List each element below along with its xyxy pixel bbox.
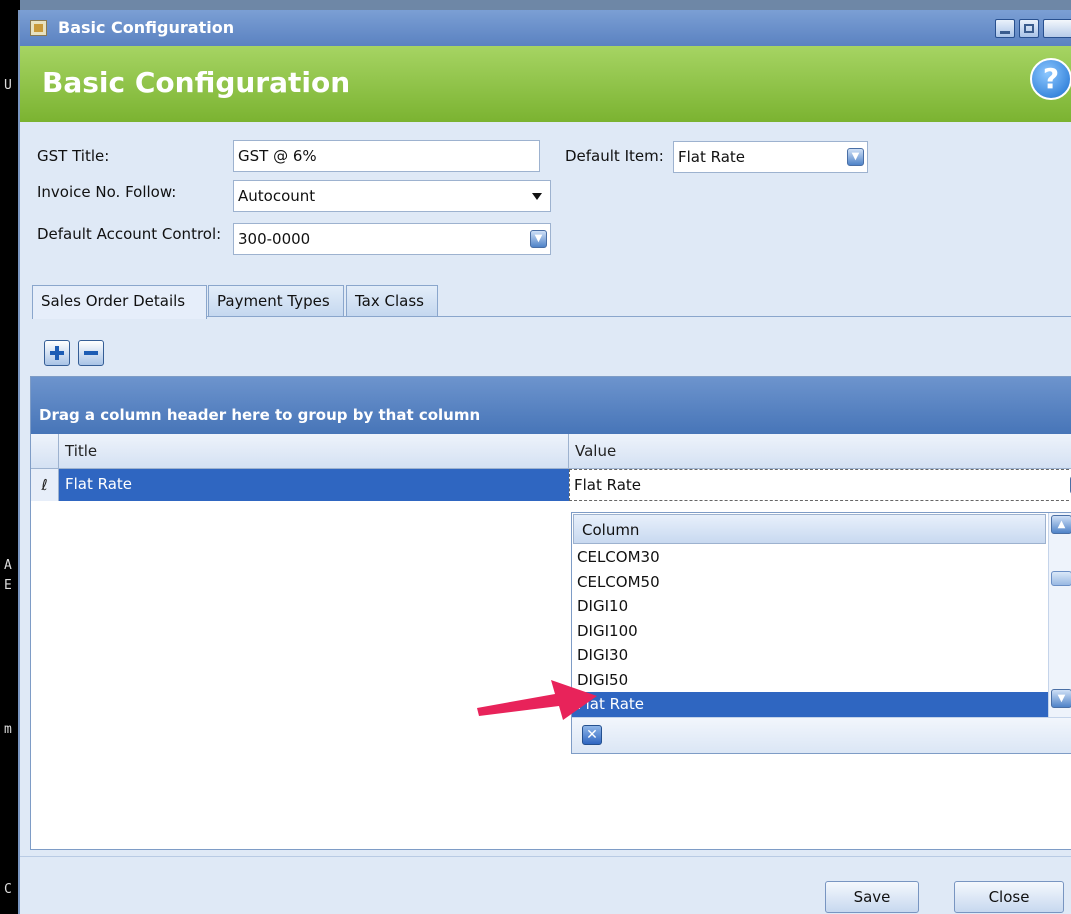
popup-column-header: Column	[573, 514, 1046, 544]
list-item[interactable]: DIGI50	[572, 668, 1048, 693]
group-by-panel[interactable]: Drag a column header here to group by th…	[31, 377, 1071, 434]
column-header-value[interactable]: Value	[569, 434, 1071, 468]
scroll-up-icon[interactable]: ▲	[1051, 515, 1071, 534]
background-text: E	[4, 578, 12, 593]
default-item-select[interactable]: Flat Rate ▼	[673, 141, 868, 173]
plus-icon-stem	[55, 346, 59, 360]
header-banner: Basic Configuration ?	[20, 46, 1071, 122]
group-by-hint: Drag a column header here to group by th…	[39, 406, 481, 424]
save-button[interactable]: Save	[825, 881, 919, 913]
title-bar[interactable]: Basic Configuration	[20, 10, 1071, 46]
list-item-selected[interactable]: Flat Rate	[572, 692, 1048, 717]
tab-sales-order-details[interactable]: Sales Order Details	[32, 285, 207, 319]
row-title-cell[interactable]: Flat Rate	[59, 469, 569, 501]
row-value-text: Flat Rate	[574, 476, 642, 494]
background-text: A	[4, 558, 12, 573]
scroll-thumb[interactable]	[1051, 571, 1071, 586]
dropdown-arrow-icon	[532, 193, 542, 200]
default-item-label: Default Item:	[565, 147, 664, 165]
maximize-button[interactable]	[1019, 19, 1039, 38]
minimize-button[interactable]	[995, 19, 1015, 38]
background-text: m	[4, 722, 12, 737]
popup-scrollbar[interactable]: ▲ ▼	[1048, 513, 1071, 717]
row-indicator-header	[31, 434, 59, 468]
tab-tax-class[interactable]: Tax Class	[346, 285, 438, 317]
value-dropdown-popup: Column CELCOM30 CELCOM50 DIGI10 DIGI100 …	[571, 512, 1071, 754]
row-value-cell[interactable]: Flat Rate ▼	[569, 469, 1071, 501]
maximize-icon	[1024, 24, 1034, 33]
annotation-arrow-icon	[477, 680, 597, 720]
background-window-edge: U A E m C	[0, 0, 20, 914]
default-account-control-label: Default Account Control:	[37, 225, 222, 243]
gst-title-input[interactable]: GST @ 6%	[233, 140, 540, 172]
list-item[interactable]: CELCOM30	[572, 545, 1048, 570]
help-icon[interactable]: ?	[1030, 58, 1071, 100]
invoice-no-follow-label: Invoice No. Follow:	[37, 183, 177, 201]
app-icon	[30, 20, 47, 36]
tab-payment-types[interactable]: Payment Types	[208, 285, 344, 317]
table-row[interactable]: ℓ Flat Rate Flat Rate ▼	[31, 469, 1071, 501]
page-title: Basic Configuration	[42, 66, 351, 99]
list-item[interactable]: DIGI100	[572, 619, 1048, 644]
default-item-value: Flat Rate	[678, 148, 746, 166]
close-window-button[interactable]	[1043, 19, 1071, 38]
popup-footer: ✕ .:	[572, 717, 1071, 753]
column-header-title[interactable]: Title	[59, 434, 569, 468]
scroll-down-icon[interactable]: ▼	[1051, 689, 1071, 708]
close-button[interactable]: Close	[954, 881, 1064, 913]
basic-configuration-window: Basic Configuration Basic Configuration …	[18, 10, 1071, 914]
default-account-control-value: 300-0000	[238, 230, 311, 248]
dialog-footer: Save Close	[20, 856, 1071, 914]
gst-title-label: GST Title:	[37, 147, 110, 165]
popup-list: CELCOM30 CELCOM50 DIGI10 DIGI100 DIGI30 …	[572, 545, 1048, 717]
chevron-down-icon[interactable]: ▼	[847, 148, 864, 166]
chevron-down-icon[interactable]: ▼	[530, 230, 547, 248]
list-item[interactable]: DIGI10	[572, 594, 1048, 619]
window-title: Basic Configuration	[58, 18, 235, 37]
background-desktop	[0, 0, 1071, 10]
remove-row-button[interactable]	[78, 340, 104, 366]
column-headers: Title Value	[31, 434, 1071, 469]
background-text: C	[4, 882, 12, 897]
add-row-button[interactable]	[44, 340, 70, 366]
minimize-icon	[1000, 31, 1010, 34]
list-item[interactable]: CELCOM50	[572, 570, 1048, 595]
background-text: U	[4, 78, 12, 93]
list-item[interactable]: DIGI30	[572, 643, 1048, 668]
invoice-no-follow-value: Autocount	[238, 187, 316, 205]
edit-pencil-icon: ℓ	[31, 469, 59, 501]
minus-icon	[84, 351, 98, 355]
invoice-no-follow-select[interactable]: Autocount	[233, 180, 551, 212]
default-account-control-select[interactable]: 300-0000 ▼	[233, 223, 551, 255]
